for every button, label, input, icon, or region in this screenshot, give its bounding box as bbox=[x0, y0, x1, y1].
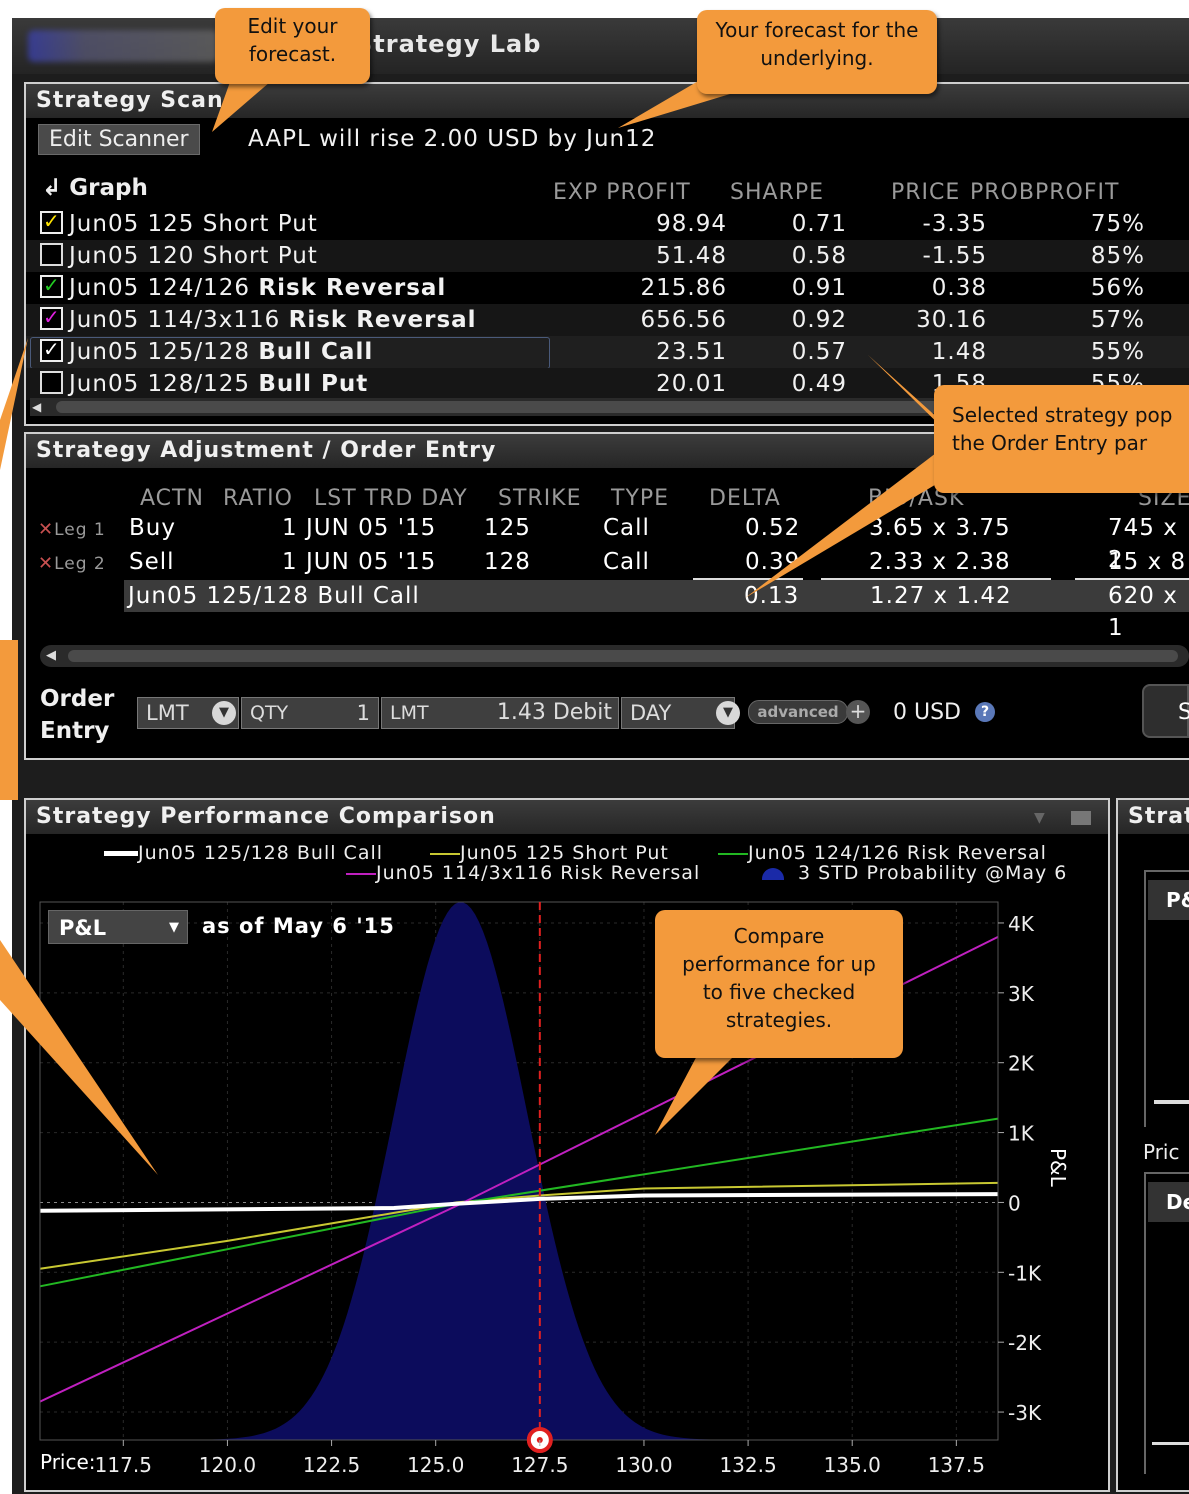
callout-selected-strategy: Selected strategy pop the Order Entry pa… bbox=[934, 385, 1189, 493]
callout-pointers bbox=[0, 80, 960, 1175]
pointer-left-top bbox=[0, 338, 28, 470]
callout-underlying: Your forecast for the underlying. bbox=[697, 10, 937, 94]
pointer-left bbox=[0, 940, 158, 1175]
pointer-edit-forecast bbox=[212, 82, 270, 132]
callout-edit-forecast: Edit your forecast. bbox=[215, 8, 370, 84]
pointer-selected-delta bbox=[745, 450, 960, 598]
left-callout-edge bbox=[0, 640, 18, 800]
callout-compare: Compare performance for up to five check… bbox=[655, 910, 903, 1058]
pointer-compare bbox=[655, 1050, 740, 1135]
